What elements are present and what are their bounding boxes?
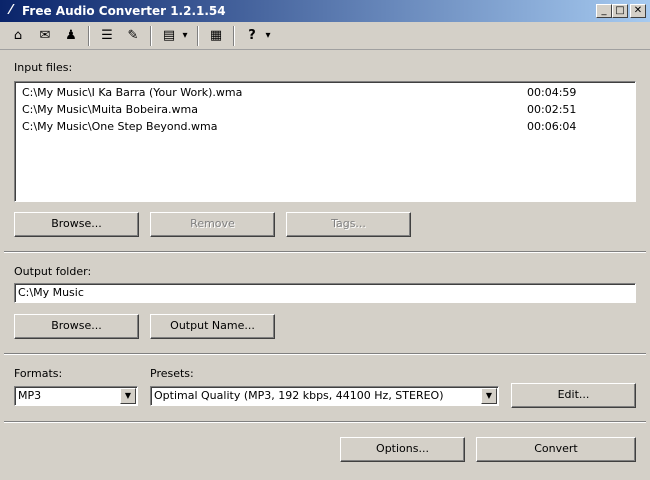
output-folder-label: Output folder: [14, 265, 92, 278]
formats-label: Formats: [14, 367, 63, 380]
title-bar[interactable]: ⁄ Free Audio Converter 1.2.1.54 _ □ ✕ [0, 0, 650, 22]
home-icon[interactable]: ⌂ [7, 26, 29, 46]
window-title: Free Audio Converter 1.2.1.54 [22, 4, 226, 18]
file-duration: 00:02:51 [527, 103, 577, 116]
output-name-button[interactable]: Output Name... [150, 314, 275, 339]
toolbar-separator [150, 26, 152, 46]
file-path: C:\My Music\I Ka Barra (Your Work).wma [22, 86, 243, 99]
chevron-down-icon[interactable]: ▼ [481, 388, 497, 404]
chevron-down-icon[interactable]: ▾ [261, 26, 275, 46]
options-button[interactable]: Options... [340, 437, 465, 462]
divider [4, 353, 646, 355]
list-item[interactable]: C:\My Music\I Ka Barra (Your Work).wma 0… [22, 84, 622, 101]
tags-button[interactable]: Tags... [286, 212, 411, 237]
file-duration: 00:06:04 [527, 120, 577, 133]
input-files-label: Input files: [14, 61, 73, 74]
formats-select[interactable]: MP3 ▼ [14, 386, 138, 406]
mail-icon[interactable]: ✉ [34, 26, 56, 46]
user-icon[interactable]: ♟ [60, 26, 82, 46]
chevron-down-icon[interactable]: ▾ [178, 26, 192, 46]
help-icon[interactable]: ? [241, 26, 263, 46]
output-folder-field[interactable]: C:\My Music [14, 283, 636, 303]
maximize-button[interactable]: □ [612, 4, 628, 18]
toolbar-separator [233, 26, 235, 46]
toolbar: ⌂ ✉ ♟ ☰ ✎ ▤ ▾ ▦ ? ▾ [0, 22, 650, 50]
minimize-button[interactable]: _ [596, 4, 612, 18]
presets-selected-value: Optimal Quality (MP3, 192 kbps, 44100 Hz… [154, 389, 444, 402]
edit-icon[interactable]: ✎ [122, 26, 144, 46]
input-files-list[interactable]: C:\My Music\I Ka Barra (Your Work).wma 0… [14, 81, 636, 202]
formats-selected-value: MP3 [18, 389, 42, 402]
menu-icon[interactable]: ▤ [158, 26, 180, 46]
presets-select[interactable]: Optimal Quality (MP3, 192 kbps, 44100 Hz… [150, 386, 499, 406]
file-duration: 00:04:59 [527, 86, 577, 99]
chevron-down-icon[interactable]: ▼ [120, 388, 136, 404]
divider [4, 421, 646, 423]
convert-button[interactable]: Convert [476, 437, 636, 462]
file-path: C:\My Music\One Step Beyond.wma [22, 120, 218, 133]
remove-button[interactable]: Remove [150, 212, 275, 237]
app-icon: ⁄ [9, 3, 13, 18]
file-path: C:\My Music\Muita Bobeira.wma [22, 103, 198, 116]
divider [4, 251, 646, 253]
film-icon[interactable]: ▦ [205, 26, 227, 46]
list-item[interactable]: C:\My Music\Muita Bobeira.wma 00:02:51 [22, 101, 622, 118]
app-window: ⁄ Free Audio Converter 1.2.1.54 _ □ ✕ ⌂ … [0, 0, 650, 480]
list-item[interactable]: C:\My Music\One Step Beyond.wma 00:06:04 [22, 118, 622, 135]
presets-label: Presets: [150, 367, 194, 380]
browse-output-button[interactable]: Browse... [14, 314, 139, 339]
edit-preset-button[interactable]: Edit... [511, 383, 636, 408]
toolbar-separator [197, 26, 199, 46]
browse-input-button[interactable]: Browse... [14, 212, 139, 237]
toolbar-separator [88, 26, 90, 46]
list-icon[interactable]: ☰ [96, 26, 118, 46]
close-button[interactable]: ✕ [630, 4, 646, 18]
